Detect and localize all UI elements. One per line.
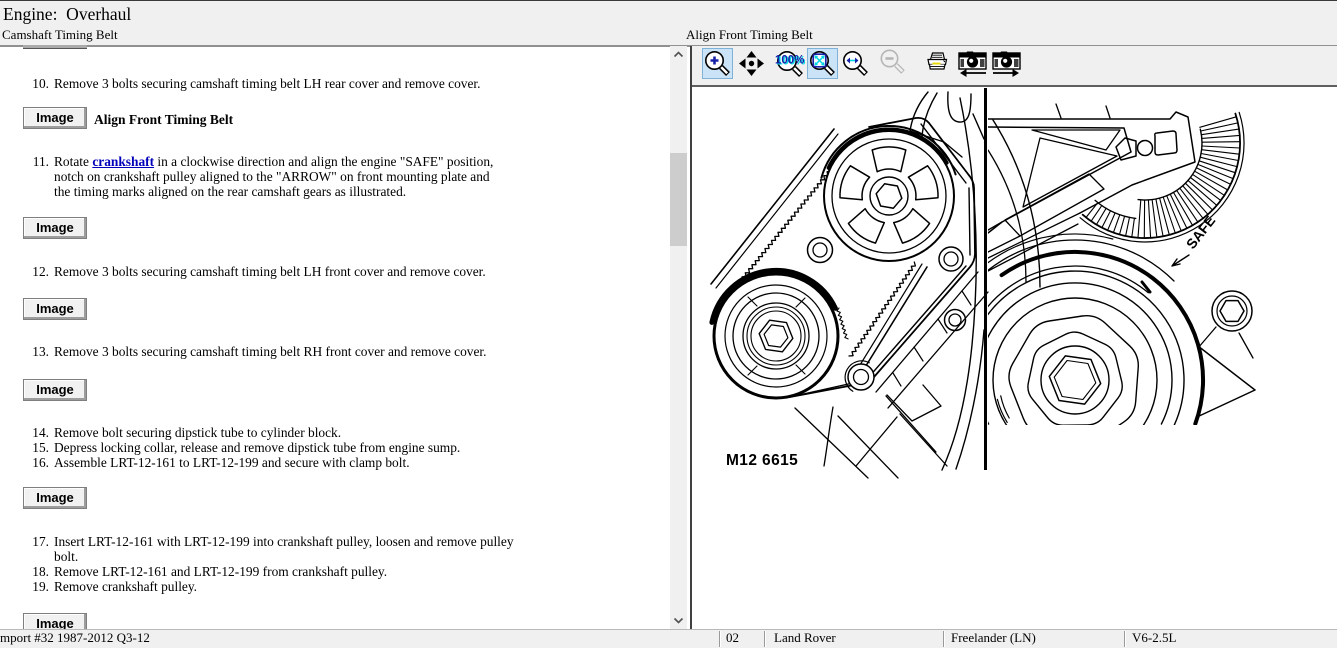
svg-text:100%: 100% [775, 55, 804, 67]
svg-text:M12 6615: M12 6615 [726, 452, 798, 469]
